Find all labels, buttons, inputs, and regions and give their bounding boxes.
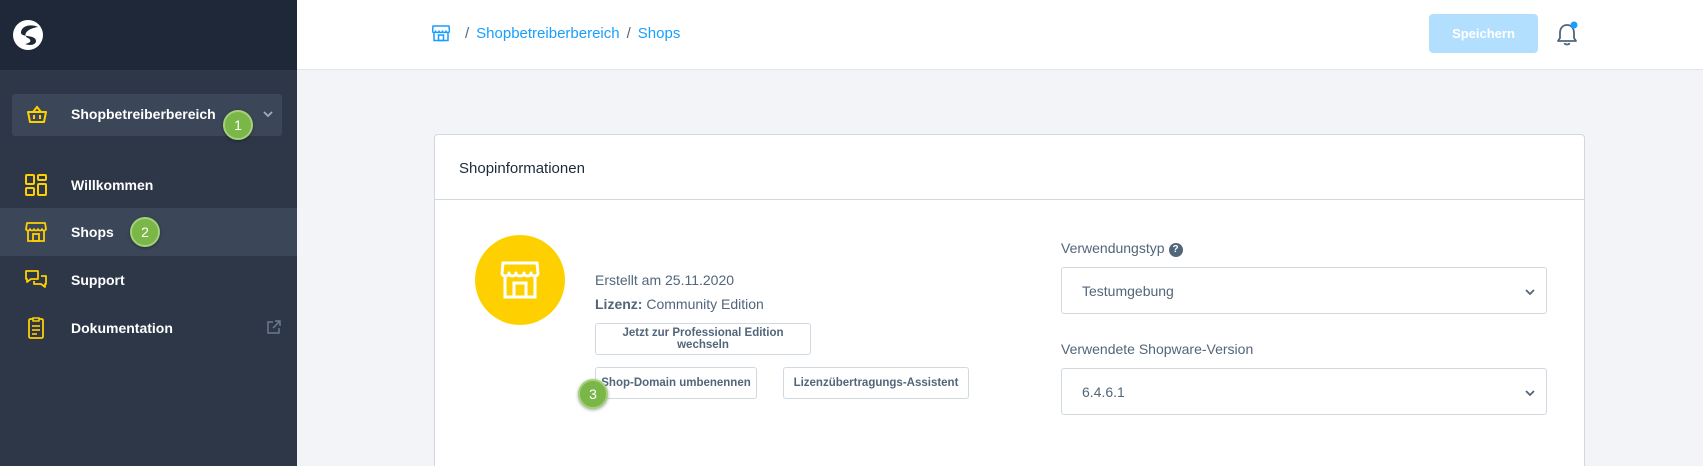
chevron-down-icon[interactable]	[262, 108, 274, 120]
annotation-badge-2: 2	[130, 217, 160, 247]
license-transfer-button[interactable]: Lizenzübertragungs-Assistent	[783, 367, 969, 399]
usage-type-label-text: Verwendungstyp	[1061, 240, 1165, 256]
home-storefront-icon[interactable]	[432, 24, 450, 42]
sidebar-item-support[interactable]: Support	[0, 256, 297, 304]
card-title: Shopinformationen	[459, 160, 585, 177]
notification-bell-icon[interactable]	[1555, 21, 1579, 47]
sidebar-header	[0, 0, 297, 70]
chat-icon	[25, 270, 47, 288]
usage-type-label: Verwendungstyp?	[1061, 240, 1183, 257]
breadcrumb: / Shopbetreiberbereich / Shops	[432, 24, 680, 42]
basket-icon	[27, 105, 47, 123]
sidebar-item-dokumentation[interactable]: Dokumentation	[0, 304, 297, 352]
breadcrumb-shops[interactable]: Shops	[638, 25, 681, 42]
annotation-badge-3: 3	[578, 379, 608, 409]
license-info: Lizenz: Community Edition	[595, 296, 764, 312]
dashboard-icon	[25, 174, 47, 196]
breadcrumb-separator: /	[626, 24, 631, 42]
external-link-icon	[267, 320, 281, 334]
usage-type-value: Testumgebung	[1082, 283, 1174, 299]
shopware-version-select[interactable]: 6.4.6.1	[1061, 368, 1547, 415]
breadcrumb-separator: /	[465, 24, 470, 42]
license-value: Community Edition	[646, 296, 764, 312]
save-button[interactable]: Speichern	[1429, 14, 1538, 53]
annotation-badge-1: 1	[223, 110, 253, 140]
sidebar-item-label: Dokumentation	[71, 320, 173, 336]
shopware-version-label: Verwendete Shopware-Version	[1061, 341, 1254, 357]
document-icon	[28, 317, 44, 339]
storefront-icon	[25, 222, 47, 242]
license-label: Lizenz:	[595, 296, 643, 312]
shop-avatar	[475, 235, 565, 325]
rename-domain-button[interactable]: Shop-Domain umbenennen	[595, 367, 757, 399]
help-icon[interactable]: ?	[1168, 243, 1183, 257]
shopware-version-value: 6.4.6.1	[1082, 384, 1125, 400]
sidebar-item-willkommen[interactable]: Willkommen	[0, 161, 297, 209]
breadcrumb-shopbetreiberbereich[interactable]: Shopbetreiberbereich	[476, 25, 619, 42]
sidebar-item-label: Support	[71, 272, 125, 288]
chevron-down-icon	[1525, 390, 1535, 397]
shop-info-card: Shopinformationen Erstellt am 25.11.2020…	[434, 134, 1585, 466]
storefront-icon	[500, 261, 540, 299]
usage-type-select[interactable]: Testumgebung	[1061, 267, 1547, 314]
sidebar-item-label: Shops	[71, 224, 114, 240]
chevron-down-icon	[1525, 289, 1535, 296]
card-header: Shopinformationen	[435, 135, 1584, 200]
sidebar-item-label: Willkommen	[71, 177, 154, 193]
upgrade-edition-button[interactable]: Jetzt zur Professional Edition wechseln	[595, 323, 811, 355]
topbar: / Shopbetreiberbereich / Shops Speichern	[297, 0, 1703, 70]
shop-switcher-label: Shopbetreiberbereich	[71, 106, 216, 122]
shopware-logo-icon[interactable]	[12, 19, 44, 51]
created-date: Erstellt am 25.11.2020	[595, 272, 735, 288]
